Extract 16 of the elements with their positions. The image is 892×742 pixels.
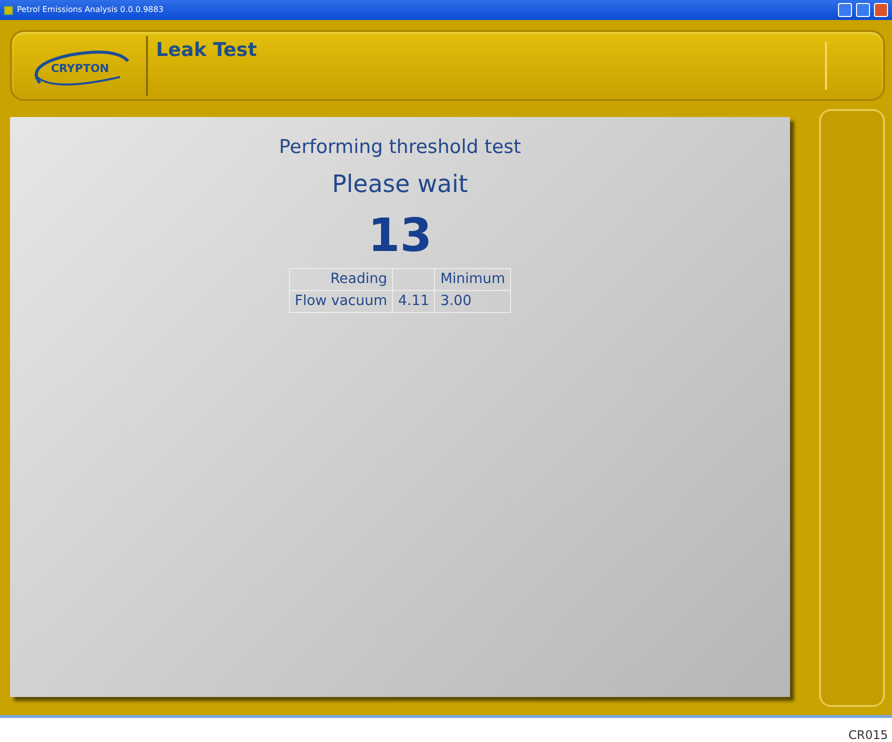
countdown-number: 13 xyxy=(368,210,432,260)
page-title: Leak Test xyxy=(156,38,257,63)
maximize-button[interactable] xyxy=(856,3,870,17)
table-cell: Flow vacuum xyxy=(289,290,393,313)
table-cell: 4.11 xyxy=(392,290,435,313)
minimize-button[interactable] xyxy=(838,3,852,17)
column-header: Reading xyxy=(289,268,393,291)
prompt-text: Please wait xyxy=(332,168,468,200)
figure-code: CR015 xyxy=(848,727,888,742)
app-icon xyxy=(4,6,13,14)
close-button[interactable] xyxy=(874,3,888,17)
table-cell: 3.00 xyxy=(434,290,511,313)
logo: CRYPTON xyxy=(20,34,138,96)
status-text: Performing threshold test xyxy=(278,135,521,160)
window-title: Petrol Emissions Analysis 0.0.0.9883 xyxy=(17,4,164,16)
column-header: Minimum xyxy=(434,268,511,291)
